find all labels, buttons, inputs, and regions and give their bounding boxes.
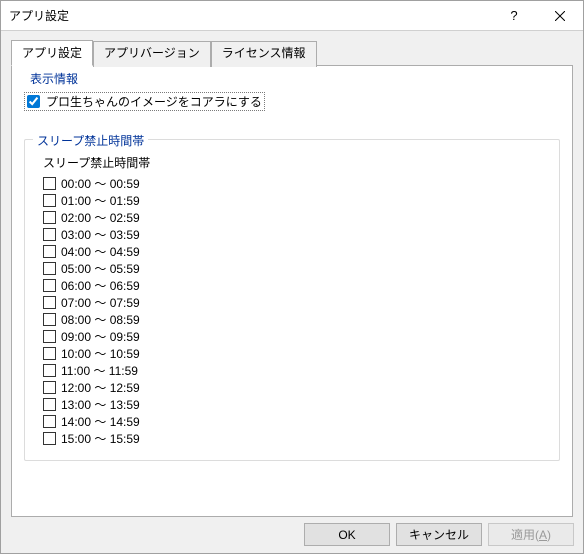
checkbox-icon[interactable] (43, 415, 56, 428)
list-item[interactable]: 06:00 ～ 06:59 (43, 277, 551, 294)
list-item[interactable]: 04:00 ～ 04:59 (43, 243, 551, 260)
checkbox-icon[interactable] (43, 245, 56, 258)
list-item-label: 15:00 ～ 15:59 (61, 430, 140, 447)
checkbox-icon[interactable] (43, 347, 56, 360)
list-item-label: 13:00 ～ 13:59 (61, 396, 140, 413)
tab-app-version[interactable]: アプリバージョン (93, 41, 211, 67)
list-item[interactable]: 08:00 ～ 08:59 (43, 311, 551, 328)
list-item[interactable]: 10:00 ～ 10:59 (43, 345, 551, 362)
list-item[interactable]: 05:00 ～ 05:59 (43, 260, 551, 277)
tab-strip: アプリ設定 アプリバージョン ライセンス情報 (11, 39, 573, 65)
list-item[interactable]: 01:00 ～ 01:59 (43, 192, 551, 209)
checkbox-icon[interactable] (43, 432, 56, 445)
apply-button-suffix: ) (547, 528, 551, 542)
list-item[interactable]: 09:00 ～ 09:59 (43, 328, 551, 345)
list-item-label: 04:00 ～ 04:59 (61, 243, 140, 260)
client-area: アプリ設定 アプリバージョン ライセンス情報 表示情報 プロ生ちゃんのイメージを… (1, 31, 583, 519)
sleep-prohibit-list[interactable]: 00:00 ～ 00:5901:00 ～ 01:5902:00 ～ 02:590… (33, 175, 551, 447)
dialog-buttons: OK キャンセル 適用(A) (304, 523, 574, 546)
list-item[interactable]: 07:00 ～ 07:59 (43, 294, 551, 311)
list-item[interactable]: 13:00 ～ 13:59 (43, 396, 551, 413)
list-item-label: 14:00 ～ 14:59 (61, 413, 140, 430)
checkbox-icon[interactable] (43, 364, 56, 377)
checkbox-icon[interactable] (43, 262, 56, 275)
apply-button-key: A (539, 528, 547, 542)
window-title: アプリ設定 (9, 7, 491, 24)
list-item[interactable]: 03:00 ～ 03:59 (43, 226, 551, 243)
apply-button: 適用(A) (488, 523, 574, 546)
list-item-label: 01:00 ～ 01:59 (61, 192, 140, 209)
tab-page: 表示情報 プロ生ちゃんのイメージをコアラにする スリープ禁止時間帯 スリープ禁止… (11, 65, 573, 517)
checkbox-icon[interactable] (43, 194, 56, 207)
list-item-label: 11:00 ～ 11:59 (61, 362, 138, 379)
checkbox-icon[interactable] (43, 211, 56, 224)
checkbox-icon[interactable] (43, 381, 56, 394)
list-item[interactable]: 02:00 ～ 02:59 (43, 209, 551, 226)
cancel-button[interactable]: キャンセル (396, 523, 482, 546)
sleep-prohibit-list-header: スリープ禁止時間帯 (43, 154, 551, 171)
list-item-label: 05:00 ～ 05:59 (61, 260, 140, 277)
ok-button[interactable]: OK (304, 523, 390, 546)
list-item-label: 07:00 ～ 07:59 (61, 294, 140, 311)
koala-image-checkbox-input[interactable] (27, 95, 40, 108)
checkbox-icon[interactable] (43, 398, 56, 411)
checkbox-icon[interactable] (43, 279, 56, 292)
sleep-prohibit-group-label: スリープ禁止時間帯 (33, 132, 148, 149)
list-item[interactable]: 00:00 ～ 00:59 (43, 175, 551, 192)
tab-app-settings[interactable]: アプリ設定 (11, 40, 93, 66)
apply-button-prefix: 適用( (511, 526, 539, 543)
checkbox-icon[interactable] (43, 313, 56, 326)
koala-image-checkbox-label: プロ生ちゃんのイメージをコアラにする (46, 93, 262, 110)
list-item-label: 12:00 ～ 12:59 (61, 379, 140, 396)
list-item[interactable]: 11:00 ～ 11:59 (43, 362, 551, 379)
list-item[interactable]: 12:00 ～ 12:59 (43, 379, 551, 396)
checkbox-icon[interactable] (43, 296, 56, 309)
koala-image-checkbox[interactable]: プロ生ちゃんのイメージをコアラにする (24, 92, 265, 111)
list-item-label: 10:00 ～ 10:59 (61, 345, 140, 362)
close-button[interactable] (537, 1, 583, 31)
list-item-label: 06:00 ～ 06:59 (61, 277, 140, 294)
list-item-label: 09:00 ～ 09:59 (61, 328, 140, 345)
list-item-label: 08:00 ～ 08:59 (61, 311, 140, 328)
list-item[interactable]: 15:00 ～ 15:59 (43, 430, 551, 447)
checkbox-icon[interactable] (43, 228, 56, 241)
close-icon (555, 11, 565, 21)
checkbox-icon[interactable] (43, 330, 56, 343)
list-item-label: 02:00 ～ 02:59 (61, 209, 140, 226)
help-button[interactable]: ? (491, 1, 537, 31)
sleep-prohibit-group: スリープ禁止時間帯 スリープ禁止時間帯 00:00 ～ 00:5901:00 ～… (24, 139, 560, 461)
list-item-label: 03:00 ～ 03:59 (61, 226, 140, 243)
checkbox-icon[interactable] (43, 177, 56, 190)
list-item-label: 00:00 ～ 00:59 (61, 175, 140, 192)
tab-license-info[interactable]: ライセンス情報 (211, 41, 317, 67)
list-item[interactable]: 14:00 ～ 14:59 (43, 413, 551, 430)
display-info-group-label: 表示情報 (26, 70, 82, 87)
titlebar: アプリ設定 ? (1, 1, 583, 31)
